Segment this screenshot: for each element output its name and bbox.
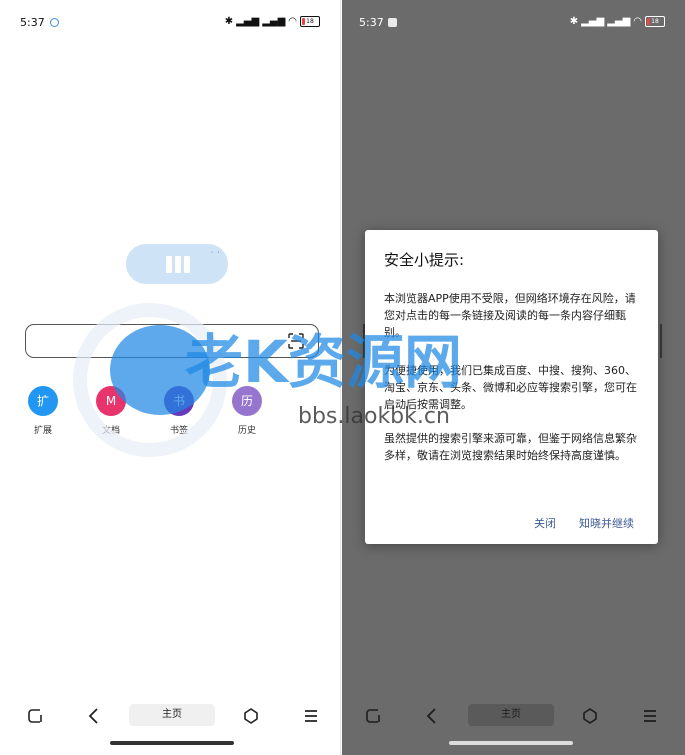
status-bar: 5:37 ✱ ▂▄▆ ▂▄▆ ◠ 18 [0, 14, 340, 32]
wifi-icon: ◠ [633, 16, 642, 27]
system-icons: ✱ ▂▄▆ ▂▄▆ ◠ 18 [570, 16, 665, 27]
close-button[interactable]: 关闭 [534, 515, 556, 531]
system-icons: ✱ ▂▄▆ ▂▄▆ ◠ 18 [225, 16, 320, 27]
back-icon[interactable] [422, 706, 442, 726]
browser-logo: ˙ ˙ [126, 244, 228, 284]
home-button[interactable]: 主页 [129, 704, 215, 726]
gesture-bar[interactable] [449, 741, 573, 745]
battery-level: 18 [306, 18, 314, 25]
battery-icon: 18 [645, 16, 665, 27]
signal-icon: ▂▄▆ [607, 16, 631, 27]
shortcut-label: 文档 [101, 426, 120, 436]
browser-home-screen: 5:37 ✱ ▂▄▆ ▂▄▆ ◠ 18 ˙ ˙ 扩 扩展 M 文档 书 书签 历… [0, 0, 341, 755]
signal-icon: ▂▄▆ [581, 16, 605, 27]
home-button[interactable]: 主页 [468, 704, 554, 726]
shortcut-label: 书签 [169, 426, 188, 436]
notification-icon [388, 18, 397, 27]
home-icon[interactable] [580, 706, 600, 726]
security-tip-dialog: 安全小提示: 本浏览器APP使用不受限，但网络环境存在风险，请您对点击的每一条链… [365, 230, 658, 544]
menu-icon[interactable] [301, 706, 321, 726]
bottom-navbar: 主页 [342, 702, 685, 728]
battery-icon: 18 [300, 16, 320, 27]
continue-button[interactable]: 知晓并继续 [579, 515, 634, 531]
menu-icon[interactable] [640, 706, 660, 726]
signal-icon: ▂▄▆ [236, 16, 260, 27]
shortcut-history[interactable]: 历 历史 [224, 386, 270, 436]
tabs-icon[interactable] [26, 706, 46, 726]
status-time: 5:37 [20, 16, 45, 29]
dialog-paragraph: 为便捷使用，我们已集成百度、中搜、搜狗、360、淘宝、京东、头条、微博和必应等搜… [384, 364, 637, 411]
home-icon[interactable] [241, 706, 261, 726]
tabs-icon[interactable] [364, 706, 384, 726]
bluetooth-icon: ✱ [569, 16, 579, 27]
shortcut-documents[interactable]: M 文档 [88, 386, 134, 436]
dialog-paragraph: 本浏览器APP使用不受限，但网络环境存在风险，请您对点击的每一条链接及阅读的每一… [384, 292, 636, 339]
shortcut-grid: 扩 扩展 M 文档 书 书签 历 历史 [20, 386, 270, 436]
shortcut-label: 历史 [237, 426, 256, 436]
dialog-title: 安全小提示: [384, 251, 465, 269]
status-time: 5:37 [359, 16, 384, 29]
search-input[interactable] [25, 324, 319, 358]
shortcut-icon[interactable]: 扩 [28, 386, 58, 416]
gesture-bar[interactable] [110, 741, 234, 745]
notification-icon [50, 18, 59, 27]
wifi-icon: ◠ [288, 16, 297, 27]
shortcut-bookmarks[interactable]: 书 书签 [156, 386, 202, 436]
bluetooth-icon: ✱ [224, 16, 234, 27]
shortcut-label: 扩展 [33, 426, 52, 436]
shortcut-extensions[interactable]: 扩 扩展 [20, 386, 66, 436]
bottom-navbar: 主页 [0, 702, 340, 728]
dialog-paragraph: 虽然提供的搜索引擎来源可靠，但鉴于网络信息繁杂多样，敬请在浏览搜索结果时始终保持… [384, 432, 637, 462]
shortcut-icon[interactable]: M [96, 386, 126, 416]
shortcut-icon[interactable]: 历 [232, 386, 262, 416]
shortcut-icon[interactable]: 书 [164, 386, 194, 416]
scan-icon[interactable] [288, 333, 304, 349]
back-icon[interactable] [84, 706, 104, 726]
battery-level: 18 [651, 18, 659, 25]
signal-icon: ▂▄▆ [262, 16, 286, 27]
status-bar: 5:37 ✱ ▂▄▆ ▂▄▆ ◠ 18 [342, 14, 685, 32]
